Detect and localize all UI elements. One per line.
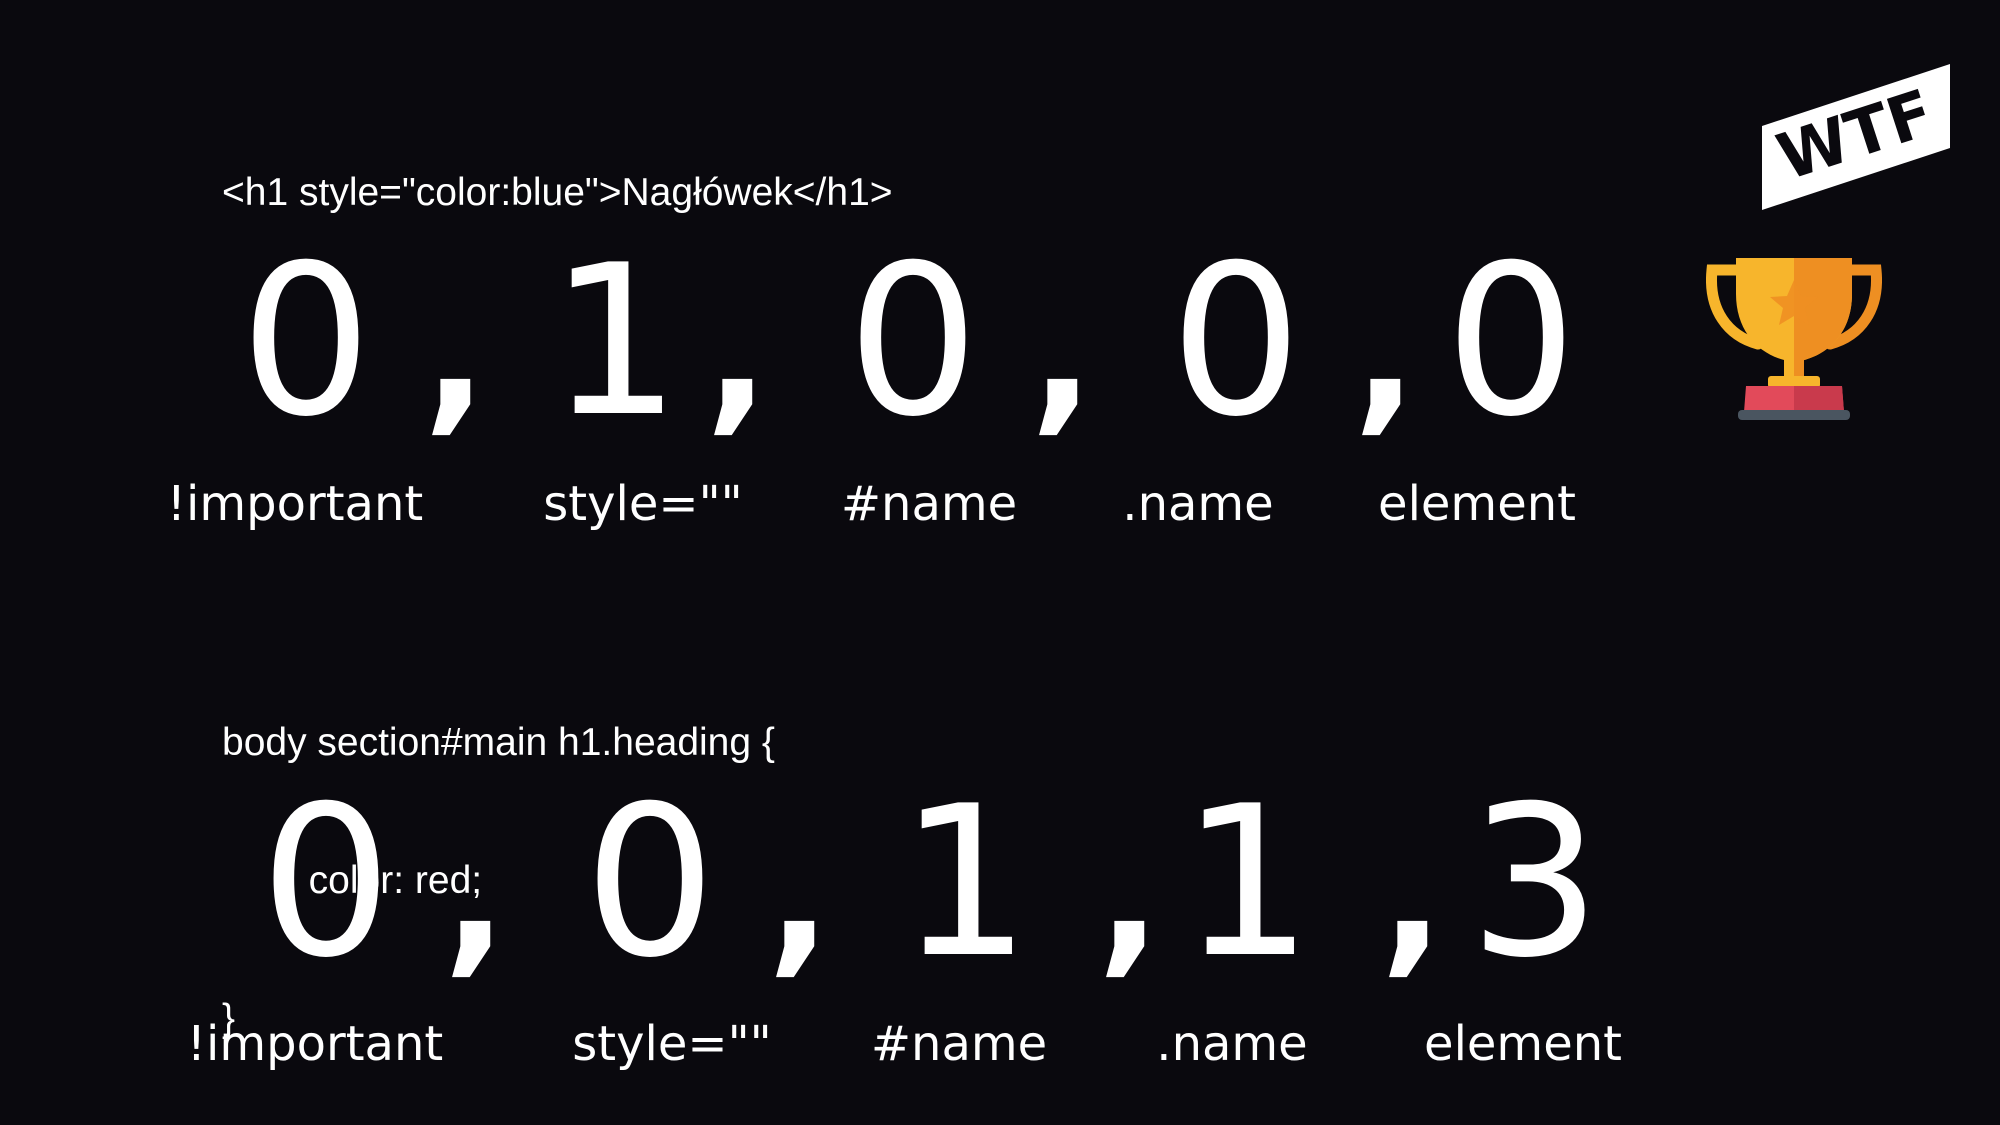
label-id-selector: #name [870,1016,1048,1072]
label-element-selector: element [1378,476,1576,532]
slide: { "example1": { "code": "<h1 style=\"col… [0,0,2000,1125]
trophy-graphic [1705,258,1883,420]
specificity-value-id: 1 [898,762,1032,1004]
specificity-value-element: 3 [1468,762,1602,1004]
label-class-selector: .name [1156,1016,1308,1072]
separator-comma: , [423,254,488,452]
label-important: !important [186,1016,444,1072]
specificity-value-element: 0 [1444,221,1578,463]
separator-comma: , [1030,254,1095,452]
specificity-value-inline-style: 1 [548,221,682,463]
specificity-value-inline-style: 0 [583,762,717,1004]
specificity-value-id: 0 [846,221,980,463]
label-important: !important [166,476,424,532]
code-line: body section#main h1.heading { [222,721,775,764]
wtf-logo-graphic: WTF [1762,64,1950,210]
specificity-value-class: 1 [1180,762,1314,1004]
wtf-logo-icon: WTF [1760,62,1956,214]
separator-comma: , [767,796,832,994]
specificity-value-important: 0 [239,221,373,463]
label-inline-style: style="" [572,1016,772,1072]
trophy-icon [1705,254,1883,424]
separator-comma: , [1353,254,1418,452]
code-line: <h1 style="color:blue">Nagłówek</h1> [222,171,893,214]
specificity-value-class: 0 [1169,221,1303,463]
label-inline-style: style="" [543,476,743,532]
separator-comma: , [443,796,508,994]
label-element-selector: element [1424,1016,1622,1072]
separator-comma: , [1380,796,1445,994]
specificity-value-important: 0 [259,762,393,1004]
separator-comma: , [705,254,770,452]
label-class-selector: .name [1122,476,1274,532]
separator-comma: , [1097,796,1162,994]
label-id-selector: #name [840,476,1018,532]
